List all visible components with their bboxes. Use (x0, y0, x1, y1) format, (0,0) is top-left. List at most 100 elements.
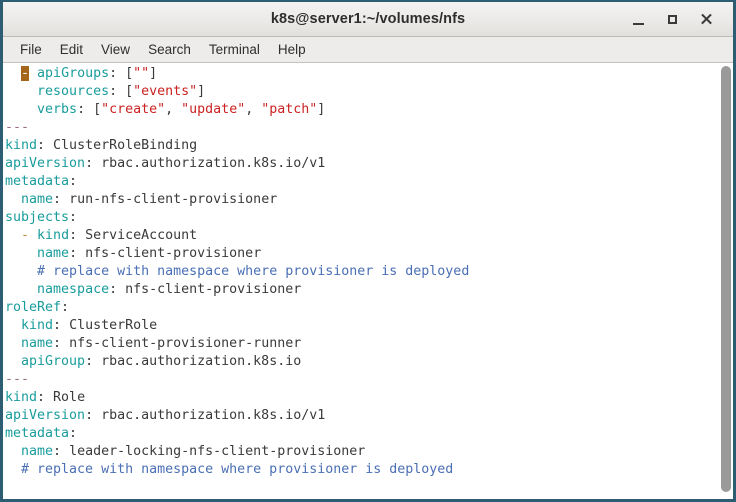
title-bar[interactable]: k8s@server1:~/volumes/nfs (3, 2, 733, 37)
maximize-button[interactable] (655, 5, 689, 33)
terminal-token: : (69, 174, 78, 189)
terminal-line: name: nfs-client-provisioner-runner (5, 335, 717, 353)
menu-item-search[interactable]: Search (139, 40, 200, 59)
terminal-token: : (37, 390, 54, 405)
terminal-token: [ (125, 84, 134, 99)
terminal-token: kind (5, 138, 38, 153)
terminal-token: Role (53, 390, 86, 405)
menu-item-view[interactable]: View (92, 40, 139, 59)
terminal-token: rbac.authorization.k8s.io (101, 354, 302, 369)
terminal-line: name: run-nfs-client-provisioner (5, 191, 717, 209)
terminal-token: metadata (5, 426, 70, 441)
menu-item-file[interactable]: File (11, 40, 51, 59)
terminal-token: : (109, 84, 126, 99)
terminal-token: metadata (5, 174, 70, 189)
terminal-token: leader-locking-nfs-client-provisioner (69, 444, 366, 459)
terminal-token: - (21, 228, 30, 243)
text-cursor: - (21, 66, 30, 81)
terminal-line: --- (5, 119, 717, 137)
scrollbar-thumb[interactable] (721, 66, 731, 492)
terminal-token: run-nfs-client-provisioner (69, 192, 278, 207)
close-button[interactable] (689, 5, 723, 33)
terminal-token: ClusterRoleBinding (53, 138, 198, 153)
terminal-line: roleRef: (5, 299, 717, 317)
terminal-token: apiVersion (5, 156, 86, 171)
terminal-token: : (85, 354, 102, 369)
terminal-token: ServiceAccount (85, 228, 198, 243)
terminal-line: kind: ClusterRole (5, 317, 717, 335)
minimize-icon (632, 22, 644, 25)
menu-item-edit[interactable]: Edit (51, 40, 92, 59)
terminal-line: --- (5, 371, 717, 389)
minimize-button[interactable] (621, 5, 655, 33)
terminal-token: --- (5, 372, 30, 387)
terminal-token: "patch" (261, 102, 318, 117)
terminal-line: apiGroup: rbac.authorization.k8s.io (5, 353, 717, 371)
terminal-line: - apiGroups: [""] (5, 65, 717, 83)
terminal-token: apiGroup (21, 354, 86, 369)
terminal-token: : (69, 246, 86, 261)
terminal-line: name: nfs-client-provisioner (5, 245, 717, 263)
terminal-token: : (53, 444, 70, 459)
terminal-token: kind (5, 390, 38, 405)
close-icon (700, 13, 712, 25)
maximize-icon (667, 14, 677, 24)
menu-item-help[interactable]: Help (269, 40, 315, 59)
terminal-token: rbac.authorization.k8s.io/v1 (101, 156, 326, 171)
terminal-line: - kind: ServiceAccount (5, 227, 717, 245)
terminal-content-area[interactable]: - apiGroups: [""] resources: ["events"] … (3, 63, 733, 499)
terminal-line: apiVersion: rbac.authorization.k8s.io/v1 (5, 155, 717, 173)
terminal-token: # replace with namespace where provision… (37, 264, 470, 279)
terminal-line: resources: ["events"] (5, 83, 717, 101)
terminal-token: : (53, 192, 70, 207)
menu-bar: File Edit View Search Terminal Help (3, 37, 733, 63)
terminal-token: resources (37, 84, 110, 99)
terminal-line: # replace with namespace where provision… (5, 461, 717, 479)
terminal-token: ClusterRole (69, 318, 158, 333)
terminal-token: : (77, 102, 94, 117)
terminal-token: : (69, 210, 78, 225)
terminal-token: , (245, 102, 262, 117)
terminal-line: kind: Role (5, 389, 717, 407)
terminal-token: namespace (37, 282, 110, 297)
terminal-token: --- (5, 120, 30, 135)
terminal-token: verbs (37, 102, 78, 117)
terminal-token: : (85, 156, 102, 171)
terminal-token: : (109, 66, 126, 81)
terminal-token: nfs-client-provisioner-runner (69, 336, 302, 351)
terminal-token: name (21, 192, 54, 207)
terminal-token: : (69, 426, 78, 441)
terminal-token: roleRef (5, 300, 62, 315)
terminal-line: apiVersion: rbac.authorization.k8s.io/v1 (5, 407, 717, 425)
terminal-token: subjects (5, 210, 70, 225)
menu-item-terminal[interactable]: Terminal (200, 40, 269, 59)
terminal-token: [ (125, 66, 134, 81)
terminal-line: namespace: nfs-client-provisioner (5, 281, 717, 299)
terminal-token: name (21, 336, 54, 351)
terminal-line: subjects: (5, 209, 717, 227)
terminal-line: metadata: (5, 425, 717, 443)
terminal-window: k8s@server1:~/volumes/nfs File Edit View… (0, 0, 736, 502)
terminal-token: : (61, 300, 70, 315)
terminal-text: - apiGroups: [""] resources: ["events"] … (5, 65, 717, 479)
window-controls (621, 5, 733, 33)
terminal-scrollbar[interactable] (719, 63, 733, 499)
terminal-token: : (53, 318, 70, 333)
terminal-line: metadata: (5, 173, 717, 191)
terminal-token: name (21, 444, 54, 459)
terminal-token: rbac.authorization.k8s.io/v1 (101, 408, 326, 423)
terminal-token: ] (149, 66, 158, 81)
terminal-token: : (37, 138, 54, 153)
